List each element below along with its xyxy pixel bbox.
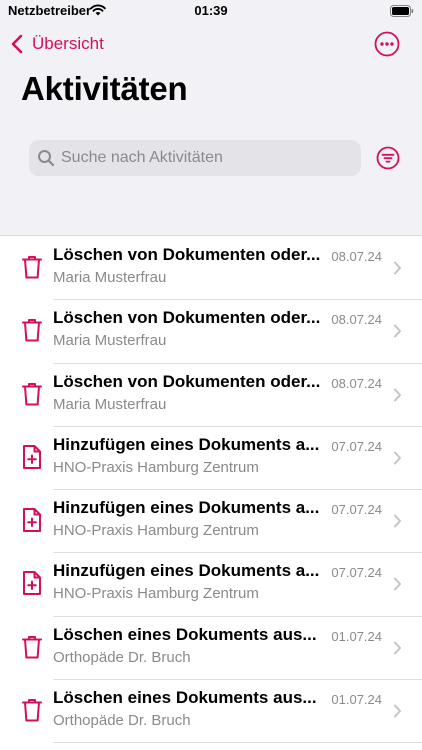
page-title: Aktivitäten: [21, 70, 188, 107]
battery-icon: [390, 5, 414, 17]
activity-row[interactable]: Hinzufügen eines Dokuments a... HNO-Prax…: [0, 553, 422, 618]
search-input[interactable]: [61, 149, 341, 167]
activity-date: 08.07.24: [331, 375, 382, 391]
activity-row[interactable]: Löschen eines Dokuments aus... Orthopäde…: [0, 680, 422, 744]
activity-list: Löschen von Dokumenten oder... Maria Mus…: [0, 237, 422, 744]
activity-subtitle: Maria Musterfrau: [53, 395, 167, 413]
activity-title: Löschen von Dokumenten oder...: [53, 245, 321, 264]
activity-subtitle: Maria Musterfrau: [53, 332, 167, 350]
activity-subtitle: HNO-Praxis Hamburg Zentrum: [53, 458, 259, 476]
activity-title: Hinzufügen eines Dokuments a...: [53, 434, 320, 454]
activity-row[interactable]: Hinzufügen eines Dokuments a... HNO-Prax…: [0, 490, 422, 554]
activity-title: Löschen von Dokumenten oder...: [53, 371, 321, 391]
activity-title: Hinzufügen eines Dokuments a...: [53, 498, 320, 518]
document-add-icon: [23, 571, 41, 596]
chevron-right-icon: [394, 451, 401, 465]
activity-row[interactable]: Löschen eines Dokuments aus... Orthopäde…: [0, 617, 422, 681]
trash-icon: [22, 382, 42, 406]
chevron-right-icon: [394, 388, 401, 402]
activity-date: 01.07.24: [331, 692, 382, 708]
activity-row[interactable]: Löschen von Dokumenten oder... Maria Mus…: [0, 364, 422, 428]
document-add-icon: [23, 508, 41, 533]
activity-subtitle: HNO-Praxis Hamburg Zentrum: [53, 585, 259, 603]
chevron-right-icon: [394, 514, 401, 528]
header-area: Netzbetreiber 01:39 Übersicht Aktivitäte…: [0, 0, 422, 236]
activity-title: Löschen eines Dokuments aus...: [53, 624, 317, 644]
document-add-icon: [23, 444, 41, 469]
activity-date: 08.07.24: [331, 312, 382, 328]
activity-subtitle: Orthopäde Dr. Bruch: [53, 648, 191, 666]
activity-date: 07.07.24: [331, 502, 382, 518]
search-field[interactable]: [29, 140, 361, 176]
chevron-right-icon: [394, 577, 401, 591]
activity-title: Hinzufügen eines Dokuments a...: [53, 561, 320, 581]
activity-subtitle: Orthopäde Dr. Bruch: [53, 712, 191, 730]
activity-date: 08.07.24: [331, 249, 382, 264]
activity-date: 01.07.24: [331, 628, 382, 644]
search-icon: [38, 150, 55, 167]
navigation-bar: Übersicht: [0, 26, 422, 62]
clock: 01:39: [194, 3, 228, 18]
chevron-left-icon: [11, 34, 23, 54]
chevron-right-icon: [394, 704, 401, 718]
activity-title: Löschen eines Dokuments aus...: [53, 688, 317, 708]
trash-icon: [22, 256, 42, 279]
activity-row[interactable]: Löschen von Dokumenten oder... Maria Mus…: [0, 300, 422, 364]
activity-row[interactable]: Hinzufügen eines Dokuments a... HNO-Prax…: [0, 427, 422, 491]
back-button-label: Übersicht: [32, 34, 104, 53]
activity-subtitle: Maria Musterfrau: [53, 269, 167, 286]
trash-icon: [22, 319, 42, 342]
back-button[interactable]: Übersicht: [10, 30, 104, 58]
activity-subtitle: HNO-Praxis Hamburg Zentrum: [53, 522, 259, 540]
activity-row[interactable]: Löschen von Dokumenten oder... Maria Mus…: [0, 237, 422, 301]
chevron-right-icon: [394, 261, 401, 275]
chevron-right-icon: [394, 324, 401, 338]
activity-title: Löschen von Dokumenten oder...: [53, 308, 321, 328]
trash-icon: [22, 635, 42, 659]
more-options-icon[interactable]: [374, 31, 400, 57]
activity-date: 07.07.24: [331, 565, 382, 581]
activity-date: 07.07.24: [331, 438, 382, 454]
trash-icon: [22, 699, 42, 722]
chevron-right-icon: [394, 641, 401, 655]
status-bar: Netzbetreiber 01:39: [0, 0, 422, 24]
filter-icon[interactable]: [376, 146, 400, 170]
